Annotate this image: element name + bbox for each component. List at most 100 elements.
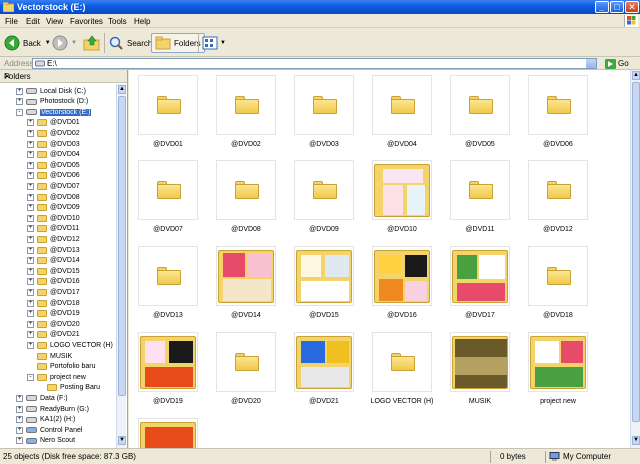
expand-icon[interactable]: + — [27, 214, 34, 222]
forward-button[interactable]: ▼ — [52, 33, 77, 53]
expand-icon[interactable]: + — [27, 119, 34, 127]
tree-item[interactable]: + Data (F:) — [16, 393, 68, 403]
scroll-down-icon[interactable]: ▼ — [118, 436, 126, 445]
tree-item[interactable]: + ReadyBurn (G:) — [16, 404, 89, 414]
scroll-down-icon[interactable]: ▼ — [632, 436, 640, 445]
tree-item[interactable]: + @DVD08 — [27, 192, 80, 202]
expand-icon[interactable]: + — [16, 426, 23, 434]
back-button[interactable]: Back ▼ — [4, 33, 51, 53]
collapse-icon[interactable]: - — [16, 108, 23, 116]
menu-favorites[interactable]: Favorites — [70, 17, 103, 26]
folder-tree-scrollbar[interactable]: ▲ ▼ — [116, 84, 126, 448]
up-folder-button[interactable] — [83, 33, 101, 53]
expand-icon[interactable]: + — [27, 257, 34, 265]
expand-icon[interactable]: + — [27, 246, 34, 254]
expand-icon[interactable]: + — [27, 225, 34, 233]
tree-item[interactable]: + @DVD15 — [27, 266, 80, 276]
maximize-icon: □ — [614, 2, 620, 12]
expand-icon[interactable]: + — [27, 129, 34, 137]
preview-image — [301, 255, 321, 277]
menu-view[interactable]: View — [46, 17, 63, 26]
tree-item[interactable]: + @DVD01 — [27, 118, 80, 128]
menu-file[interactable]: File — [5, 17, 18, 26]
expand-icon[interactable]: + — [27, 310, 34, 318]
tree-item[interactable]: + @DVD16 — [27, 277, 80, 287]
folder-icon — [37, 320, 47, 328]
folder-icon — [313, 181, 337, 199]
expand-icon[interactable]: + — [27, 182, 34, 190]
tree-item[interactable]: + @DVD14 — [27, 256, 80, 266]
search-button[interactable]: Search — [108, 33, 152, 53]
expand-icon[interactable]: + — [16, 416, 23, 424]
tree-item[interactable]: + @DVD07 — [27, 181, 80, 191]
scroll-thumb[interactable] — [632, 82, 640, 422]
tree-item[interactable]: + @DVD21 — [27, 330, 80, 340]
collapse-icon[interactable]: - — [27, 373, 34, 381]
address-dropdown-icon[interactable] — [586, 59, 596, 68]
expand-icon[interactable]: + — [27, 161, 34, 169]
expand-icon[interactable]: + — [27, 278, 34, 286]
tree-item[interactable]: + Nero Scout — [16, 436, 75, 446]
views-button[interactable]: ▼ — [202, 33, 226, 53]
scroll-up-icon[interactable]: ▲ — [632, 71, 640, 80]
tree-item[interactable]: + @DVD13 — [27, 245, 80, 255]
expand-icon[interactable]: + — [27, 288, 34, 296]
address-input[interactable]: E:\ — [32, 58, 597, 69]
tree-item[interactable]: + @DVD05 — [27, 160, 80, 170]
tree-item[interactable]: + @DVD20 — [27, 319, 80, 329]
tree-item[interactable]: + @DVD02 — [27, 128, 80, 138]
tree-item-label: @DVD02 — [50, 129, 80, 137]
expand-icon[interactable]: + — [27, 267, 34, 275]
expand-icon[interactable]: + — [27, 151, 34, 159]
tree-item[interactable]: + Local Disk (C:) — [16, 86, 86, 96]
expand-icon[interactable]: + — [27, 193, 34, 201]
close-pane-icon[interactable]: ✕ — [4, 72, 121, 81]
tree-item[interactable]: + @DVD17 — [27, 287, 80, 297]
expand-icon[interactable]: + — [27, 235, 34, 243]
expand-icon[interactable]: + — [27, 140, 34, 148]
go-button[interactable]: Go — [605, 58, 639, 69]
expand-icon[interactable]: + — [16, 98, 23, 106]
expand-icon[interactable]: + — [16, 405, 23, 413]
expand-icon[interactable]: + — [16, 87, 23, 95]
tree-item[interactable]: - project new — [27, 372, 86, 382]
tree-item[interactable]: + Control Panel — [16, 425, 82, 435]
expand-icon[interactable]: + — [27, 204, 34, 212]
expand-icon[interactable]: + — [27, 331, 34, 339]
tree-item[interactable]: Portofolio baru — [27, 362, 96, 372]
expand-icon[interactable]: + — [27, 299, 34, 307]
tree-item[interactable]: + @DVD11 — [27, 224, 79, 234]
tree-item[interactable]: + @DVD06 — [27, 171, 80, 181]
tree-item[interactable]: MUSIK — [27, 351, 72, 361]
tree-item[interactable]: + @DVD03 — [27, 139, 80, 149]
expand-icon[interactable]: + — [16, 437, 23, 445]
tree-item[interactable]: + @DVD18 — [27, 298, 80, 308]
tree-item[interactable]: + @DVD19 — [27, 309, 80, 319]
maximize-button[interactable]: □ — [610, 1, 624, 13]
expand-icon[interactable]: + — [27, 341, 34, 349]
close-button[interactable]: ✕ — [625, 1, 639, 13]
tree-item[interactable]: + KA1(2) (H:) — [16, 415, 75, 425]
tree-item[interactable]: + @DVD09 — [27, 203, 80, 213]
tree-item[interactable]: - Vectorstock (E:) — [16, 107, 92, 117]
tree-item[interactable]: + @DVD10 — [27, 213, 80, 223]
menu-edit[interactable]: Edit — [26, 17, 40, 26]
file-view-scrollbar[interactable]: ▲ ▼ — [630, 70, 640, 448]
folders-button[interactable]: Folders — [151, 33, 205, 53]
expand-icon[interactable]: + — [16, 394, 23, 402]
menu-tools[interactable]: Tools — [108, 17, 127, 26]
tree-item[interactable]: Posting Baru — [37, 383, 100, 393]
expand-icon[interactable]: + — [27, 172, 34, 180]
minimize-button[interactable]: _ — [595, 1, 609, 13]
tree-item[interactable]: + @DVD12 — [27, 234, 80, 244]
tree-item-label: @DVD05 — [50, 161, 80, 169]
tree-item[interactable]: + Photostock (D:) — [16, 97, 88, 107]
tree-item[interactable]: + LOGO VECTOR (H) — [27, 340, 113, 350]
tree-item[interactable]: + @DVD04 — [27, 150, 80, 160]
scroll-thumb[interactable] — [118, 96, 126, 396]
scroll-up-icon[interactable]: ▲ — [118, 85, 126, 94]
thumbnail-frame — [294, 75, 354, 135]
expand-icon[interactable]: + — [27, 320, 34, 328]
menu-help[interactable]: Help — [134, 17, 150, 26]
drive-icon — [26, 88, 37, 94]
